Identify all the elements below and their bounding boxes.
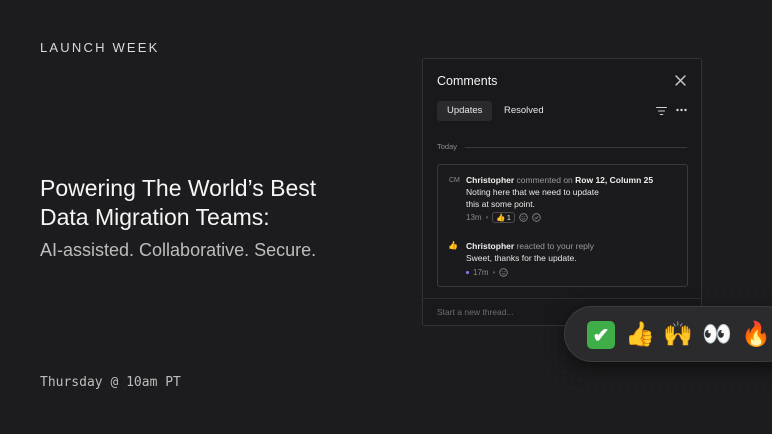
headline: Powering The World’s Best Data Migration… — [40, 174, 316, 232]
comments-panel: Comments Updates Resolved Today CM Chris… — [422, 58, 702, 326]
fire-icon[interactable]: 🔥 — [741, 320, 771, 348]
eyes-icon[interactable]: 👀 — [702, 320, 732, 348]
reaction-header: Christopher reacted to your reply — [466, 241, 594, 251]
thumbs-up-icon: 👍 — [496, 213, 506, 222]
add-reaction-icon[interactable] — [519, 213, 528, 222]
launch-week-label: LAUNCH WEEK — [40, 40, 160, 55]
composer-divider — [423, 298, 701, 299]
day-divider-label: Today — [437, 142, 458, 151]
reply-meta: 17m • — [466, 268, 509, 277]
comment-time: 13m — [466, 213, 482, 222]
avatar: CM — [449, 177, 460, 184]
tab-resolved[interactable]: Resolved — [494, 101, 554, 121]
reaction-action: reacted to your reply — [516, 241, 595, 251]
comment-body-line-1: Noting here that we need to update — [466, 187, 599, 197]
subheadline: AI-assisted. Collaborative. Secure. — [40, 240, 317, 260]
comment-body-line-2: this at some point. — [466, 199, 535, 209]
reply-time: 17m — [473, 268, 489, 277]
comment-action: commented on — [516, 175, 573, 185]
emoji-reaction-bar: ✔ 👍 🙌 👀 🔥 — [564, 306, 772, 362]
comment-header: Christopher commented on Row 12, Column … — [466, 175, 653, 185]
thumbs-up-icon: 👍 — [448, 241, 458, 250]
unread-dot — [466, 271, 469, 274]
filter-icon[interactable] — [656, 106, 667, 116]
day-divider — [465, 147, 687, 148]
thumbs-up-icon[interactable]: 👍 — [625, 320, 655, 348]
comment-target-link[interactable]: Row 12, Column 25 — [575, 175, 653, 185]
comment-body: Noting here that we need to update this … — [466, 186, 599, 210]
reaction-count: 1 — [506, 213, 511, 222]
comment-thread[interactable]: CM Christopher commented on Row 12, Colu… — [437, 164, 688, 287]
panel-title: Comments — [437, 74, 498, 88]
raised-hands-icon[interactable]: 🙌 — [663, 320, 693, 348]
tab-updates[interactable]: Updates — [437, 101, 493, 121]
separator-dot: • — [485, 213, 489, 222]
add-reaction-icon[interactable] — [499, 268, 509, 277]
comment-author: Christopher — [466, 175, 515, 185]
check-mark-icon[interactable]: ✔ — [587, 321, 615, 349]
new-thread-input[interactable]: Start a new thread... — [437, 307, 514, 317]
close-icon[interactable] — [674, 74, 687, 87]
headline-line-1: Powering The World’s Best — [40, 175, 317, 201]
more-options-icon[interactable] — [676, 108, 687, 112]
reaction-pill[interactable]: 👍 1 — [492, 212, 515, 223]
reply-body: Sweet, thanks for the update. — [466, 253, 577, 263]
headline-line-2: Data Migration Teams: — [40, 204, 270, 230]
resolve-check-icon[interactable] — [532, 213, 541, 222]
reaction-author: Christopher — [466, 241, 515, 251]
schedule-text: Thursday @ 10am PT — [40, 375, 181, 390]
separator-dot: • — [492, 268, 496, 277]
comment-meta: 13m • 👍 1 — [466, 212, 541, 223]
